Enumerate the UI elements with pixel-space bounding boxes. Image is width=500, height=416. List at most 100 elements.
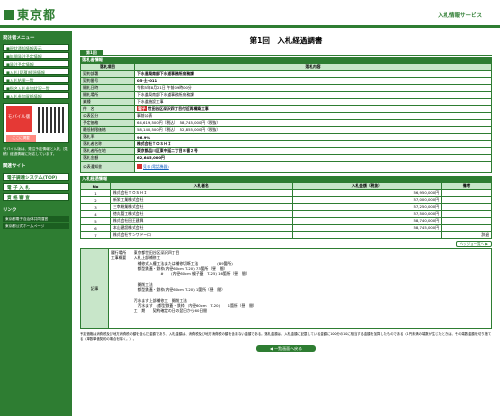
field-label: 開札場所 bbox=[80, 91, 135, 99]
bid-remark bbox=[441, 203, 492, 211]
bid-amount: 56,950,000円 bbox=[291, 189, 443, 197]
bid-remark bbox=[441, 224, 492, 232]
remarks-text: 履行場所 東京都世田谷区深沢四丁目 工事概要 入札上部補修工 補修式入槽工法また… bbox=[111, 250, 257, 314]
table-row: 2 新栄工業株式会社 57,000,000円 bbox=[80, 196, 492, 204]
external-link[interactable]: 東京都公式ホームページ bbox=[3, 223, 69, 229]
mobile-logo: モバイル版 bbox=[6, 106, 32, 132]
bid-no: 7 bbox=[80, 231, 111, 239]
bidder-name: 徳丸管工株式会社 bbox=[110, 210, 293, 218]
sidebar-item[interactable]: ■入札結果一覧 bbox=[3, 76, 69, 83]
col-header: 備考 bbox=[441, 182, 492, 190]
remarks-label: 記事 bbox=[80, 248, 109, 329]
bid-remark: 辞退 bbox=[441, 231, 492, 239]
bid-no: 3 bbox=[80, 203, 111, 211]
sidebar-item[interactable]: ■年間発注予定情報 bbox=[3, 52, 69, 59]
field-value: 下水道局南部下水道事務所庶務課 bbox=[134, 70, 492, 78]
bid-remark bbox=[441, 189, 492, 197]
qualification-button[interactable]: 資 格 審 査 bbox=[3, 193, 69, 201]
field-label: 公表通知書 bbox=[80, 161, 135, 173]
procurement-top-button[interactable]: 電子調達システム(TOP) bbox=[3, 173, 69, 181]
main-content: 第1回 入札経過調書 第1回 落札者情報 落札項目 落札内容 契約部署 下水道局南部… bbox=[80, 31, 492, 352]
field-label: 公表区分 bbox=[80, 112, 135, 120]
bid-no: 2 bbox=[80, 196, 111, 204]
field-value: 下水道局南部下水道事務所庶務課 bbox=[134, 91, 492, 99]
bid-amount bbox=[291, 231, 443, 239]
menu-title: 発注者メニュー bbox=[3, 36, 35, 41]
history-button[interactable]: ヘッジョー覧へ ▶ bbox=[455, 241, 492, 247]
bids-table: No 入札者名 入札金額（税抜） 備考 1 株式会社ＴＯＳＨＩ 56,950,000円 2… bbox=[80, 182, 492, 239]
field-label: 落札者名称 bbox=[80, 140, 135, 148]
mobile-tag: ここに掲載 bbox=[6, 135, 36, 142]
field-label: 予定価格 bbox=[80, 119, 135, 127]
bidder-name: 株式会社ＴＯＳＨＩ bbox=[110, 189, 293, 197]
col-header: 落札内容 bbox=[134, 63, 492, 71]
sidebar: 発注者メニュー ■現状通知情報表示 ■年間発注予定情報 ■発注予定情報 ■入札(… bbox=[0, 31, 72, 416]
bidder-name: 株式会社サンワドーロ bbox=[110, 231, 293, 239]
e-bid-button[interactable]: 電 子 入 札 bbox=[3, 183, 69, 191]
bidder-name: 新栄工業株式会社 bbox=[110, 196, 293, 204]
field-value: 05-土-011 bbox=[134, 77, 492, 85]
bid-amount: 57,250,000円 bbox=[291, 203, 443, 211]
external-link[interactable]: 東京都電子自治体共同運営 bbox=[3, 216, 69, 222]
sidebar-item[interactable]: ■入札(見積)経過情報 bbox=[3, 68, 69, 75]
bidder-name: 三幸総業株式会社 bbox=[110, 203, 293, 211]
links-title-2: リンク bbox=[3, 208, 17, 213]
site-header: 東京都 入札情報サービス bbox=[0, 0, 500, 28]
col-header: No bbox=[80, 182, 111, 190]
field-label: 契約番号 bbox=[80, 77, 135, 85]
field-label: 件 名 bbox=[80, 105, 135, 113]
sidebar-item[interactable]: ■発注予定情報 bbox=[3, 60, 69, 67]
field-label: 開札日時 bbox=[80, 84, 135, 92]
bid-no: 1 bbox=[80, 189, 111, 197]
pdf-icon bbox=[137, 164, 142, 169]
logo-mark-icon bbox=[4, 10, 14, 20]
table-row: 4 徳丸管工株式会社 57,500,000円 bbox=[80, 210, 492, 218]
sidebar-item[interactable]: ■指名入札参加状況一覧 bbox=[3, 84, 69, 91]
bid-no: 4 bbox=[80, 210, 111, 218]
field-value: 電子 世田谷区深沢四丁目付近再構築工事 bbox=[134, 105, 492, 113]
service-name: 入札情報サービス bbox=[437, 13, 482, 19]
mobile-banner[interactable]: モバイル版 ここに掲載 bbox=[3, 103, 69, 143]
field-label: 業種 bbox=[80, 98, 135, 106]
field-label: 落札率 bbox=[80, 133, 135, 141]
sidebar-item[interactable]: ■現状通知情報表示 bbox=[3, 44, 69, 51]
field-label: 落札金額 bbox=[80, 154, 135, 162]
table-row: 7 株式会社サンワドーロ 辞退 bbox=[80, 231, 492, 239]
notice-link[interactable]: 見る(電話機器) bbox=[143, 164, 169, 169]
field-value: 96.9% bbox=[134, 133, 492, 141]
project-name: 世田谷区深沢四丁目付近再構築工事 bbox=[147, 106, 209, 112]
bid-remark bbox=[441, 217, 492, 225]
tokyo-logo[interactable]: 東京都 bbox=[4, 6, 56, 23]
page-title: 第1回 入札経過調書 bbox=[249, 36, 323, 45]
bid-amount: 58,745,000円 bbox=[291, 224, 443, 232]
bid-no: 5 bbox=[80, 217, 111, 225]
back-to-list-button[interactable]: ◀ 一覧画面へ戻る bbox=[256, 345, 316, 352]
electronic-badge: 電子 bbox=[137, 106, 147, 111]
mobile-note: モバイル版は、発注予定情報と入札（見積）経過情報に対応しています。 bbox=[3, 147, 68, 156]
field-label: 落札者所在地 bbox=[80, 147, 135, 155]
bid-amount: 58,740,000円 bbox=[291, 217, 443, 225]
table-row: 3 三幸総業株式会社 57,250,000円 bbox=[80, 203, 492, 211]
field-value: 株式会社ＴＯＳＨＩ bbox=[134, 140, 492, 148]
col-header: 入札者名 bbox=[110, 182, 293, 190]
tab-round-1[interactable]: 第1回 bbox=[80, 50, 103, 56]
bid-remark bbox=[441, 196, 492, 204]
bid-amount: 57,000,000円 bbox=[291, 196, 443, 204]
sidebar-item[interactable]: ■入札参加資格情報 bbox=[3, 92, 69, 99]
field-value: 58,140,500円（税込） 52,855,000円（税抜） bbox=[134, 126, 492, 134]
field-label: 契約部署 bbox=[80, 70, 135, 78]
winner-table: 落札項目 落札内容 契約部署 下水道局南部下水道事務所庶務課 契約番号 05-土-01… bbox=[80, 63, 492, 173]
tab-bar: 第1回 bbox=[80, 50, 492, 56]
field-label: 最低制限価格 bbox=[80, 126, 135, 134]
bid-remark bbox=[441, 210, 492, 218]
table-row: 1 株式会社ＴＯＳＨＩ 56,950,000円 bbox=[80, 189, 492, 197]
field-value: 見る(電話機器) bbox=[134, 161, 492, 173]
bid-amount: 57,500,000円 bbox=[291, 210, 443, 218]
table-row: 5 株式会社田王建興 58,740,000円 bbox=[80, 217, 492, 225]
field-value: 下水道施設工事 bbox=[134, 98, 492, 106]
links-title: 関連サイト bbox=[3, 164, 26, 169]
qr-code-icon bbox=[38, 107, 64, 133]
col-header: 落札項目 bbox=[80, 63, 135, 71]
bid-no: 6 bbox=[80, 224, 111, 232]
field-value: 事前公表 bbox=[134, 112, 492, 120]
